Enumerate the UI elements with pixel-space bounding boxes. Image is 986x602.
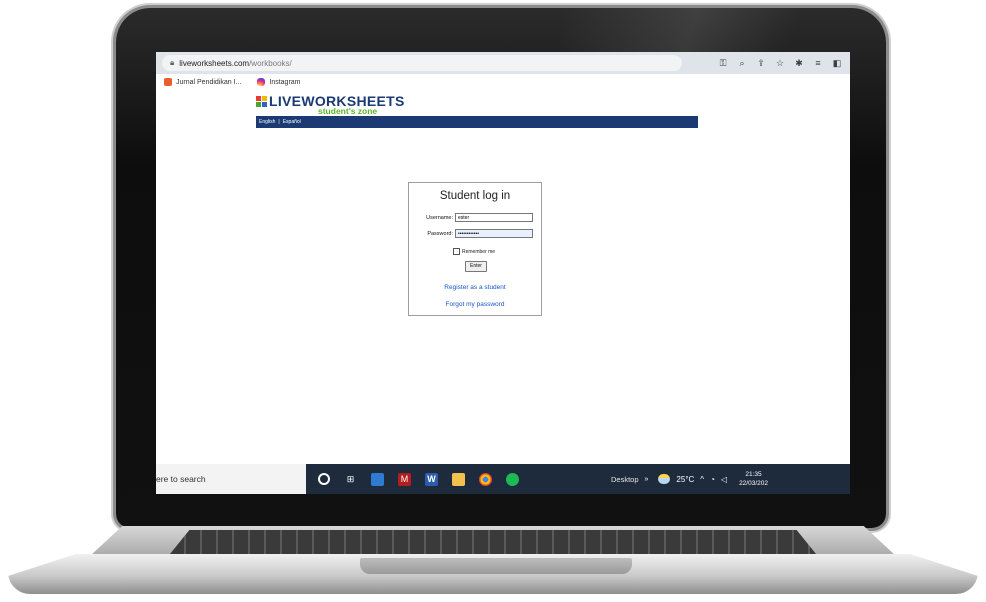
nav-separator: | xyxy=(278,119,280,125)
url-domain: liveworksheets.com xyxy=(179,58,250,68)
register-link[interactable]: Register as a student xyxy=(409,284,541,291)
bookmarks-bar: Jurnal Pendidikan I... Instagram xyxy=(156,74,850,91)
desktop-toolbar-label[interactable]: Desktop xyxy=(611,475,639,484)
remember-me[interactable]: Remember me xyxy=(453,248,495,255)
zoom-icon[interactable]: ⌕ xyxy=(737,58,747,69)
share-icon[interactable]: ⇪ xyxy=(756,58,766,69)
remember-checkbox[interactable] xyxy=(453,248,460,255)
web-page: LIVEWORKSHEETS student's zone English | … xyxy=(156,90,850,464)
word-icon[interactable]: W xyxy=(425,472,438,486)
mendeley-icon[interactable]: M xyxy=(398,472,411,486)
site-logo[interactable]: LIVEWORKSHEETS student's zone xyxy=(256,93,405,116)
enter-button[interactable]: Enter xyxy=(465,261,487,272)
clock[interactable]: 21:35 22/03/202 xyxy=(739,470,768,488)
clock-date: 22/03/202 xyxy=(739,480,768,487)
reading-list-icon[interactable]: ≡ xyxy=(813,58,823,69)
language-nav: English | Español xyxy=(256,116,698,128)
bookmark-label: Jurnal Pendidikan I... xyxy=(176,78,242,86)
username-label: Username: xyxy=(426,214,453,221)
temperature[interactable]: 25°C xyxy=(676,475,694,484)
nav-english[interactable]: English xyxy=(259,119,275,125)
windows-taskbar: ere to search ⊞ M W Desktop » 25°C ^ ◔ ◁… xyxy=(156,464,850,494)
star-icon[interactable]: ☆ xyxy=(775,58,785,69)
laptop-keyboard xyxy=(170,530,816,554)
bookmark-jurnal[interactable]: Jurnal Pendidikan I... xyxy=(164,78,241,86)
taskbar-search[interactable]: ere to search xyxy=(156,464,306,494)
chevron-up-icon[interactable]: ^ xyxy=(700,475,704,484)
remember-label: Remember me xyxy=(462,248,496,255)
browser-action-icons: ⚿ ⌕ ⇪ ☆ ✱ ≡ ◧ xyxy=(718,58,842,69)
laptop-trackpad xyxy=(360,558,632,574)
mail-icon[interactable] xyxy=(371,472,384,486)
password-label: Password: xyxy=(427,230,453,237)
bookmark-label: Instagram xyxy=(269,78,301,86)
lock-icon: 🔒︎ xyxy=(170,58,175,67)
network-icon[interactable]: ◔ xyxy=(710,475,715,484)
forgot-password-link[interactable]: Forgot my password xyxy=(409,301,541,308)
password-row: Password: xyxy=(409,229,543,238)
system-tray: 25°C ^ ◔ ◁ 21:35 22/03/202 xyxy=(658,470,768,488)
laptop-screen: 🔒︎ liveworksheets.com/workbooks/ ⚿ ⌕ ⇪ ☆… xyxy=(156,52,850,494)
login-panel: Student log in Username: Password: Remem… xyxy=(408,182,542,316)
cortana-icon[interactable] xyxy=(318,473,330,485)
extensions-icon[interactable]: ✱ xyxy=(794,58,804,69)
username-row: Username: xyxy=(409,213,543,222)
volume-icon[interactable]: ◁ xyxy=(721,475,727,484)
login-title: Student log in xyxy=(439,190,511,202)
browser-toolbar: 🔒︎ liveworksheets.com/workbooks/ ⚿ ⌕ ⇪ ☆… xyxy=(156,52,850,74)
chevron-icon[interactable]: » xyxy=(645,476,649,483)
instagram-icon xyxy=(257,78,266,86)
clock-time: 21:35 xyxy=(745,471,762,478)
file-explorer-icon[interactable] xyxy=(452,472,465,486)
spotify-icon[interactable] xyxy=(506,472,519,486)
url-path: /workbooks/ xyxy=(249,58,292,68)
key-icon[interactable]: ⚿ xyxy=(718,58,728,69)
password-input[interactable] xyxy=(455,229,533,238)
logo-squares-icon xyxy=(256,95,267,107)
weather-icon[interactable] xyxy=(658,474,671,484)
nav-espanol[interactable]: Español xyxy=(283,119,301,125)
jurnal-favicon-icon xyxy=(164,78,172,86)
address-bar[interactable]: 🔒︎ liveworksheets.com/workbooks/ xyxy=(162,55,682,71)
chrome-icon[interactable] xyxy=(479,472,492,486)
sidepanel-icon[interactable]: ◧ xyxy=(832,58,842,69)
username-input[interactable] xyxy=(455,213,533,222)
task-view-icon[interactable]: ⊞ xyxy=(344,473,357,486)
logo-subtitle: student's zone xyxy=(318,106,378,116)
taskbar-apps: ⊞ M W xyxy=(318,472,519,486)
bookmark-instagram[interactable]: Instagram xyxy=(257,78,301,86)
